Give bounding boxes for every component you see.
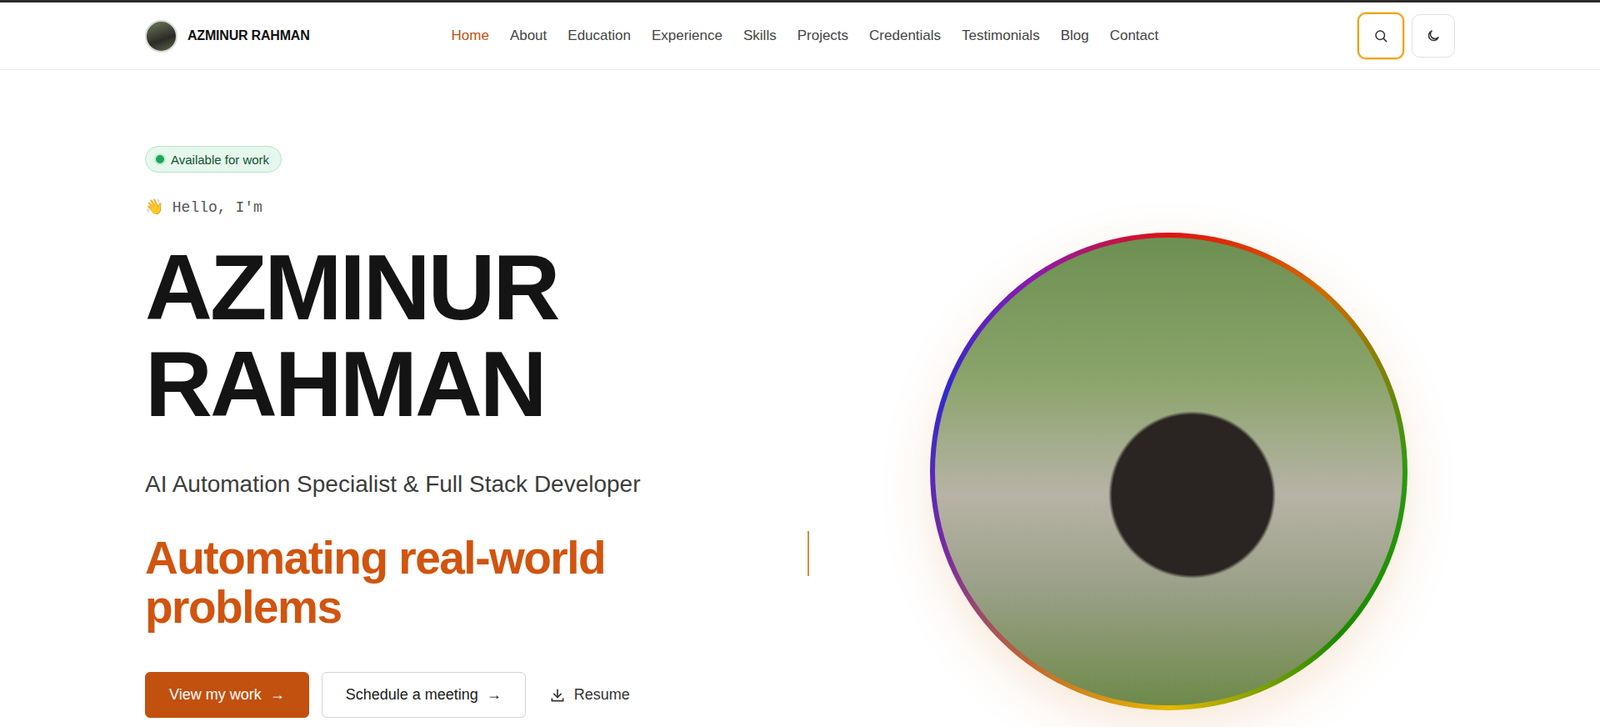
resume-link[interactable]: Resume (538, 671, 641, 718)
button-label: View my work (169, 685, 262, 704)
schedule-button[interactable]: Schedule a meeting → (321, 671, 526, 718)
nav-link[interactable]: Blog (1060, 24, 1090, 48)
avatar-photo (145, 20, 178, 53)
theme-toggle-button[interactable] (1411, 14, 1455, 58)
name-line: AZMINUR (145, 239, 903, 336)
button-label: Resume (574, 685, 630, 704)
hero-actions: View my work → Schedule a meeting → Resume (145, 671, 903, 718)
status-dot (155, 155, 165, 164)
view-work-button[interactable]: View my work → (145, 671, 310, 718)
hero-name: AZMINURRAHMAN (145, 239, 903, 433)
hero-title: AI Automation Specialist & Full Stack De… (145, 469, 903, 500)
nav-link[interactable]: Contact (1110, 24, 1160, 48)
site-header: AZMINUR RAHMAN Home About Education Experien… (0, 2, 1600, 70)
nav-link[interactable]: Home (451, 24, 490, 48)
arrow-icon: → (270, 685, 285, 704)
tagline: Automating real-world problems (145, 533, 695, 632)
moon-icon (1425, 28, 1441, 44)
button-label: Schedule a meeting (345, 685, 479, 704)
nav-link[interactable]: Experience (651, 24, 723, 48)
tagline-row: Automating real-world problems (145, 533, 903, 632)
hero-text: Available for work 👋 Hello, I'm AZMINURRAH… (145, 145, 903, 718)
download-icon (549, 686, 566, 704)
profile-photo (935, 237, 1403, 705)
brand[interactable]: AZMINUR RAHMAN (145, 20, 310, 53)
nav-link[interactable]: Projects (797, 24, 849, 48)
availability-text: Available for work (170, 152, 270, 167)
badge-row: Available for work (145, 145, 903, 173)
availability-badge: Available for work (145, 145, 282, 173)
hero-photo-column (902, 145, 1455, 718)
nav-link[interactable]: Credentials (869, 24, 941, 48)
nav-link[interactable]: Testimonials (961, 24, 1040, 48)
header-tools (1357, 12, 1455, 60)
nav-link[interactable]: Skills (743, 24, 777, 48)
greeting: 👋 Hello, I'm (145, 197, 903, 218)
brand-name[interactable]: AZMINUR RAHMAN (187, 28, 310, 44)
nav-link[interactable]: Education (567, 24, 631, 48)
search-icon (1373, 28, 1389, 44)
search-button[interactable] (1357, 12, 1405, 60)
nav-link[interactable]: About (510, 24, 547, 48)
typing-cursor (807, 530, 810, 576)
arrow-icon: → (486, 685, 502, 704)
name-line: RAHMAN (145, 335, 903, 433)
photo-ring (930, 232, 1408, 710)
main-nav: Home About Education Experience Skills Projec… (451, 24, 1160, 48)
